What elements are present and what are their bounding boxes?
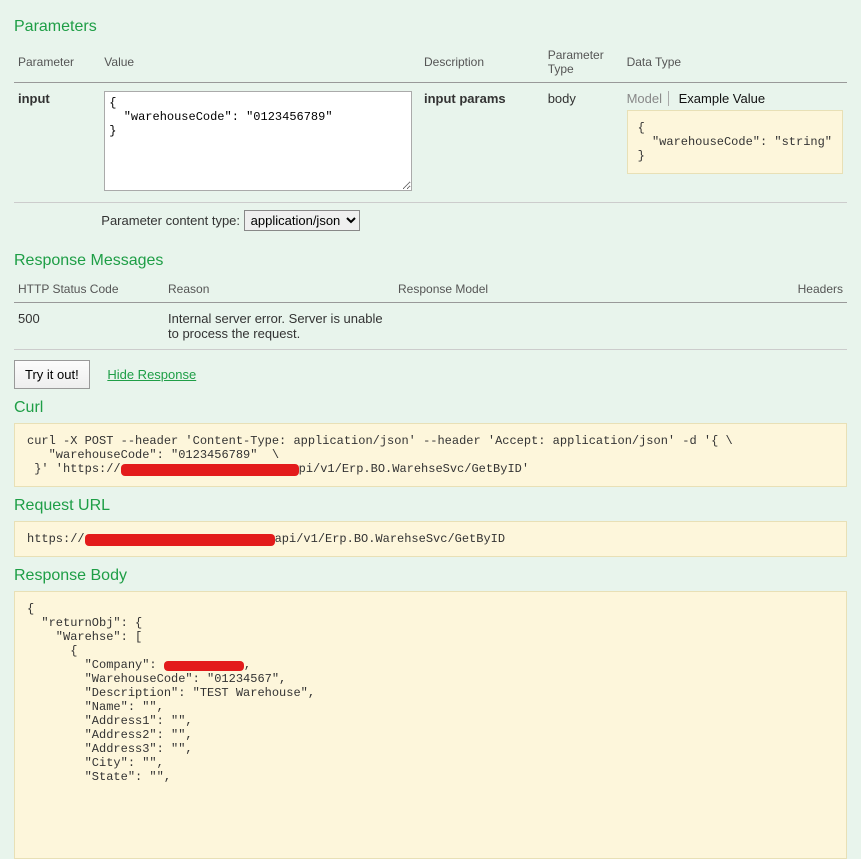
curl-heading: Curl [14,399,847,417]
response-messages-heading: Response Messages [14,252,847,270]
request-url-heading: Request URL [14,497,847,515]
content-type-select[interactable]: application/json [244,210,360,231]
col-reason: Reason [164,276,394,303]
try-it-out-button[interactable]: Try it out! [14,360,90,389]
col-data-type: Data Type [623,42,847,83]
response-messages-table: HTTP Status Code Reason Response Model H… [14,276,847,350]
request-url-block: https://api/v1/Erp.BO.WarehseSvc/GetByID [14,521,847,557]
col-parameter-type: Parameter Type [544,42,623,83]
status-code-500: 500 [14,303,164,350]
example-value-box[interactable]: { "warehouseCode": "string" } [627,110,843,174]
response-body-heading: Response Body [14,567,847,585]
parameters-table: Parameter Value Description Parameter Ty… [14,42,847,242]
hide-response-link[interactable]: Hide Response [107,367,196,382]
col-status-code: HTTP Status Code [14,276,164,303]
param-name-input: input [18,91,50,106]
reason-text: Internal server error. Server is unable … [164,303,394,350]
model-tab[interactable]: Model [627,91,669,106]
redacted-host-icon [121,464,299,476]
content-type-label: Parameter content type: [101,213,240,228]
param-type: body [544,83,623,203]
col-parameter: Parameter [14,42,100,83]
param-value-textarea[interactable] [104,91,412,191]
redacted-company-icon [164,661,244,671]
curl-block: curl -X POST --header 'Content-Type: app… [14,423,847,487]
col-response-model: Response Model [394,276,767,303]
col-description: Description [420,42,544,83]
example-value-tab[interactable]: Example Value [679,91,771,106]
col-headers: Headers [767,276,847,303]
response-body-block[interactable]: { "returnObj": { "Warehse": [ { "Company… [14,591,847,859]
redacted-host-icon [85,534,275,546]
col-value: Value [100,42,420,83]
parameters-heading: Parameters [14,18,847,36]
param-description: input params [424,91,506,106]
